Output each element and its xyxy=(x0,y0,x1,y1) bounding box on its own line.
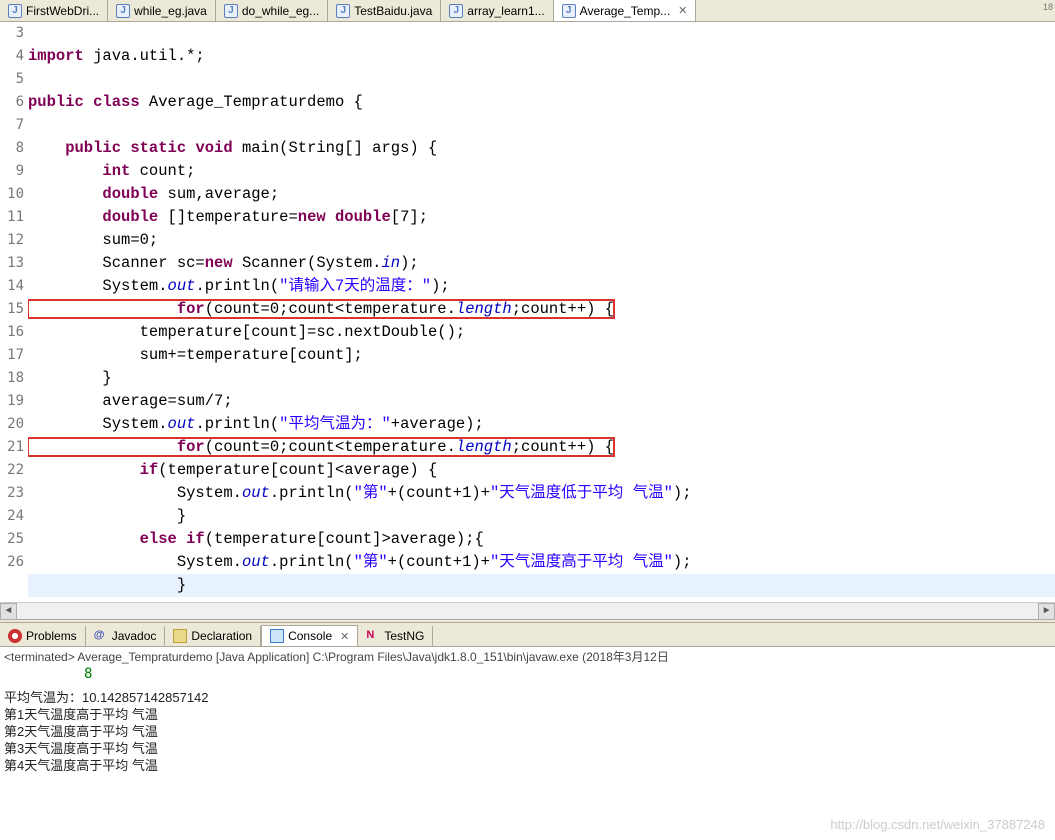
view-problems[interactable]: Problems xyxy=(0,626,86,646)
views-tabbar: Problems @Javadoc Declaration Console✕ N… xyxy=(0,623,1055,647)
java-file-icon: J xyxy=(116,4,130,18)
tab-array-learn1[interactable]: Jarray_learn1... xyxy=(441,0,553,21)
tab-do-while-eg[interactable]: Jdo_while_eg... xyxy=(216,0,328,21)
tab-firstwebdri[interactable]: JFirstWebDri... xyxy=(0,0,108,21)
tab-overflow-count: 18 xyxy=(1043,2,1053,12)
view-javadoc[interactable]: @Javadoc xyxy=(86,626,166,646)
scroll-left-button[interactable]: ◄ xyxy=(0,603,17,620)
close-icon[interactable]: ✕ xyxy=(340,630,349,643)
view-console[interactable]: Console✕ xyxy=(261,625,358,646)
view-testng[interactable]: NTestNG xyxy=(358,626,433,646)
console-line: 第2天气温度高于平均 气温 xyxy=(4,723,1051,740)
scroll-track[interactable] xyxy=(17,603,1038,620)
console-icon xyxy=(270,629,284,643)
console-line: 第4天气温度高于平均 气温 xyxy=(4,757,1051,774)
highlighted-for-loop-1: for(count=0;count<temperature.length;cou… xyxy=(28,300,614,318)
java-file-icon: J xyxy=(224,4,238,18)
scroll-right-button[interactable]: ► xyxy=(1038,603,1055,620)
console-line: 第3天气温度高于平均 气温 xyxy=(4,740,1051,757)
highlighted-for-loop-2: for(count=0;count<temperature.length;cou… xyxy=(28,438,614,456)
tab-testbaidu[interactable]: JTestBaidu.java xyxy=(328,0,441,21)
editor-tabs: JFirstWebDri... Jwhile_eg.java Jdo_while… xyxy=(0,0,1055,22)
console-line: 平均气温为：10.142857142857142 xyxy=(4,689,1051,706)
java-file-icon: J xyxy=(562,4,576,18)
horizontal-scrollbar[interactable]: ◄ ► xyxy=(0,602,1055,619)
declaration-icon xyxy=(173,629,187,643)
tab-while-eg[interactable]: Jwhile_eg.java xyxy=(108,0,216,21)
code-content[interactable]: import java.util.*; public class Average… xyxy=(28,22,1055,602)
code-editor[interactable]: 3456789101112131415161718192021222324252… xyxy=(0,22,1055,602)
console-output[interactable]: <terminated> Average_Tempraturdemo [Java… xyxy=(0,647,1055,776)
java-file-icon: J xyxy=(336,4,350,18)
problems-icon xyxy=(8,629,22,643)
watermark: http://blog.csdn.net/weixin_37887248 xyxy=(830,817,1045,832)
tab-average-temp[interactable]: JAverage_Temp...✕ xyxy=(554,0,697,21)
javadoc-icon: @ xyxy=(94,629,108,643)
testng-icon: N xyxy=(366,629,380,643)
console-line: 第1天气温度高于平均 气温 xyxy=(4,706,1051,723)
console-user-input: 8 xyxy=(4,666,1051,683)
line-number-gutter: 3456789101112131415161718192021222324252… xyxy=(0,22,28,602)
java-file-icon: J xyxy=(449,4,463,18)
java-file-icon: J xyxy=(8,4,22,18)
console-process-line: <terminated> Average_Tempraturdemo [Java… xyxy=(4,649,1051,666)
close-icon[interactable]: ✕ xyxy=(678,4,687,17)
view-declaration[interactable]: Declaration xyxy=(165,626,261,646)
